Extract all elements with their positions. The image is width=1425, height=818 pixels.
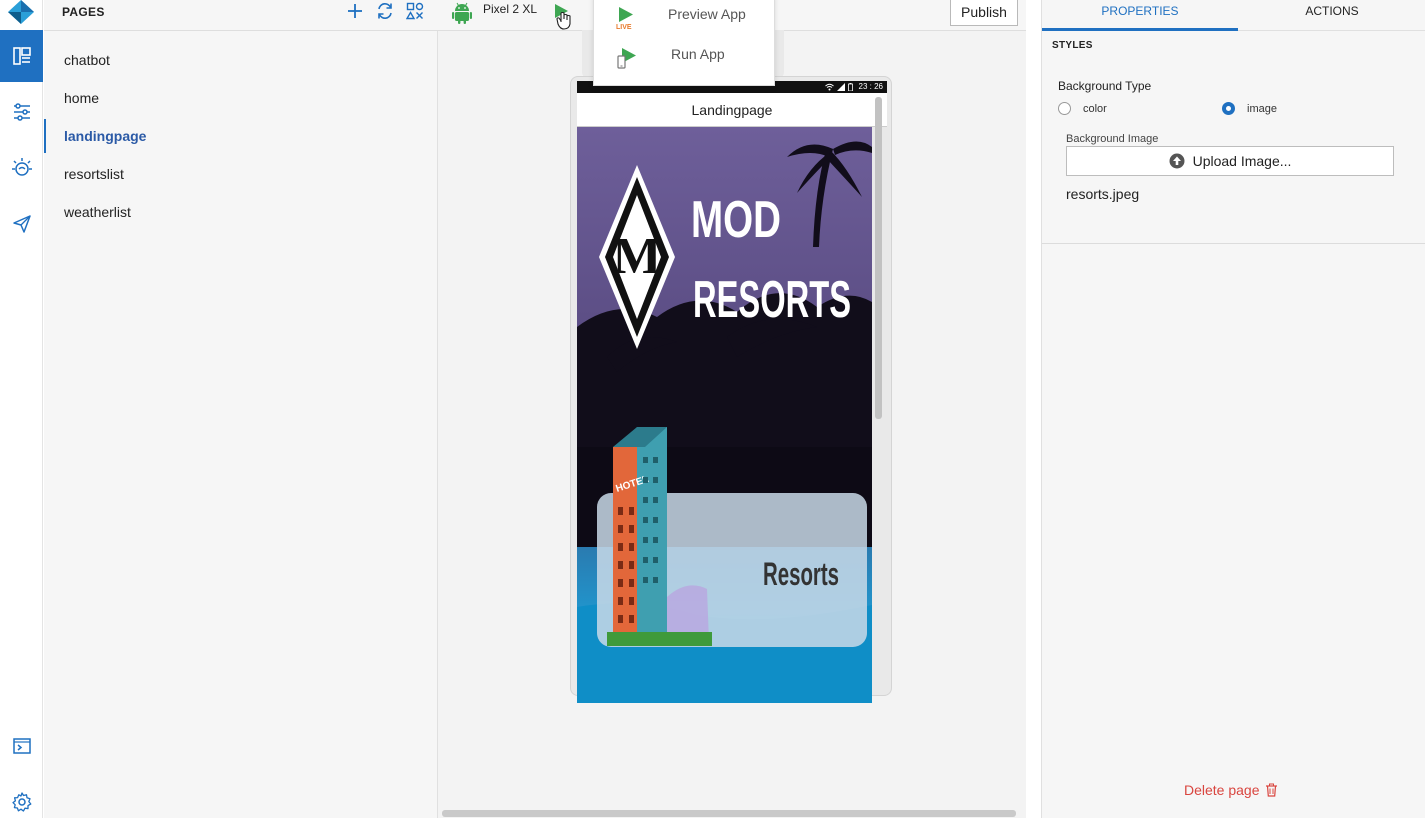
publish-nav-button[interactable]	[0, 198, 43, 250]
run-button[interactable]	[552, 2, 574, 37]
hero-title-line-1: MOD	[691, 191, 781, 249]
left-rail	[0, 0, 43, 818]
page-item-weatherlist[interactable]: weatherlist	[44, 193, 438, 231]
background-filename: resorts.jpeg	[1066, 186, 1140, 202]
delete-page-button[interactable]: Delete page	[1184, 782, 1278, 798]
logo-monogram: M	[612, 228, 661, 285]
preview-app-label: Preview App	[668, 6, 746, 22]
pages-header: PAGES	[44, 0, 438, 31]
plus-icon	[348, 4, 362, 18]
upload-image-label: Upload Image...	[1192, 153, 1292, 169]
properties-panel: PROPERTIES ACTIONS STYLES Background Typ…	[1041, 0, 1425, 818]
page-item-landingpage[interactable]: landingpage	[44, 117, 438, 155]
page-item-resortslist[interactable]: resortslist	[44, 155, 438, 193]
properties-tabs: PROPERTIES ACTIONS	[1042, 0, 1425, 31]
settings-sliders-nav-button[interactable]	[0, 86, 43, 138]
phone-app-bar-title: Landingpage	[577, 93, 887, 127]
shapes-icon	[406, 2, 424, 20]
radio-color-circle[interactable]	[1058, 102, 1071, 115]
pages-panel: PAGES chatbot home landingpage resortsli…	[44, 0, 438, 818]
svg-text:LIVE: LIVE	[616, 24, 632, 31]
sliders-icon	[13, 103, 30, 121]
radio-image-label: image	[1247, 102, 1277, 115]
add-page-button[interactable]	[346, 2, 364, 20]
upload-image-button[interactable]: Upload Image...	[1066, 146, 1394, 176]
run-app-label: Run App	[671, 46, 725, 62]
publish-button[interactable]: Publish	[950, 0, 1018, 26]
canvas-horizontal-scrollbar[interactable]	[442, 810, 1016, 817]
radio-color[interactable]: color	[1058, 102, 1107, 115]
terminal-icon	[12, 738, 31, 754]
menu-item-preview-app[interactable]: LIVE Preview App	[594, 0, 776, 37]
tab-properties[interactable]: PROPERTIES	[1042, 0, 1238, 31]
settings-nav-button[interactable]	[0, 776, 43, 818]
upload-icon	[1169, 153, 1185, 169]
phone-scrollbar[interactable]	[875, 97, 882, 419]
page-item-chatbot[interactable]: chatbot	[44, 41, 438, 79]
assistant-bulb-icon	[11, 158, 32, 176]
app-logo-icon[interactable]	[8, 0, 34, 24]
send-icon	[12, 215, 31, 233]
properties-divider	[1042, 243, 1425, 244]
android-platform-button[interactable]	[452, 2, 472, 29]
status-icons	[825, 83, 853, 91]
trash-icon	[1265, 783, 1277, 797]
device-play-icon	[614, 45, 640, 76]
shapes-button[interactable]	[406, 2, 424, 20]
background-image-label: Background Image	[1066, 133, 1159, 145]
run-menu: LIVE Preview App Run App	[593, 0, 775, 86]
device-selector[interactable]: Pixel 2 XL	[483, 2, 537, 16]
wifi-icon	[825, 83, 834, 91]
menu-item-run-app[interactable]: Run App	[594, 37, 776, 77]
styles-section-title: STYLES	[1052, 40, 1093, 51]
live-play-icon: LIVE	[614, 5, 640, 36]
tab-actions[interactable]: ACTIONS	[1238, 0, 1425, 31]
android-icon	[452, 2, 472, 24]
pages-actions	[346, 2, 424, 20]
battery-icon	[848, 83, 853, 91]
pages-title: PAGES	[62, 5, 105, 19]
landing-background-image[interactable]: M MOD RESORTS Resorts HOTEL	[577, 127, 872, 703]
app-root: PAGES chatbot home landingpage resortsli…	[0, 0, 1425, 818]
status-time: 23 : 26	[858, 82, 883, 91]
background-type-label: Background Type	[1058, 79, 1152, 93]
resorts-card-label: Resorts	[763, 556, 839, 592]
assistant-nav-button[interactable]	[0, 142, 43, 194]
page-item-home[interactable]: home	[44, 79, 438, 117]
phone-preview: 23 : 26 Landingpage M MOD RESORTS Resort…	[570, 76, 892, 703]
radio-image-circle[interactable]	[1222, 102, 1235, 115]
refresh-button[interactable]	[376, 2, 394, 20]
pages-icon	[12, 47, 31, 65]
radio-color-label: color	[1083, 102, 1107, 115]
play-icon	[555, 4, 571, 30]
page-list: chatbot home landingpage resortslist wea…	[44, 41, 438, 231]
terminal-nav-button[interactable]	[0, 720, 43, 772]
radio-image[interactable]: image	[1222, 102, 1277, 115]
design-canvas: Pixel 2 XL Publish LIVE Preview App Run …	[438, 0, 1026, 818]
gear-icon	[11, 792, 31, 812]
signal-icon	[837, 83, 845, 91]
hero-title-line-2: RESORTS	[693, 271, 851, 329]
refresh-icon	[378, 3, 392, 19]
delete-page-label: Delete page	[1184, 782, 1260, 798]
pages-nav-button[interactable]	[0, 30, 43, 82]
